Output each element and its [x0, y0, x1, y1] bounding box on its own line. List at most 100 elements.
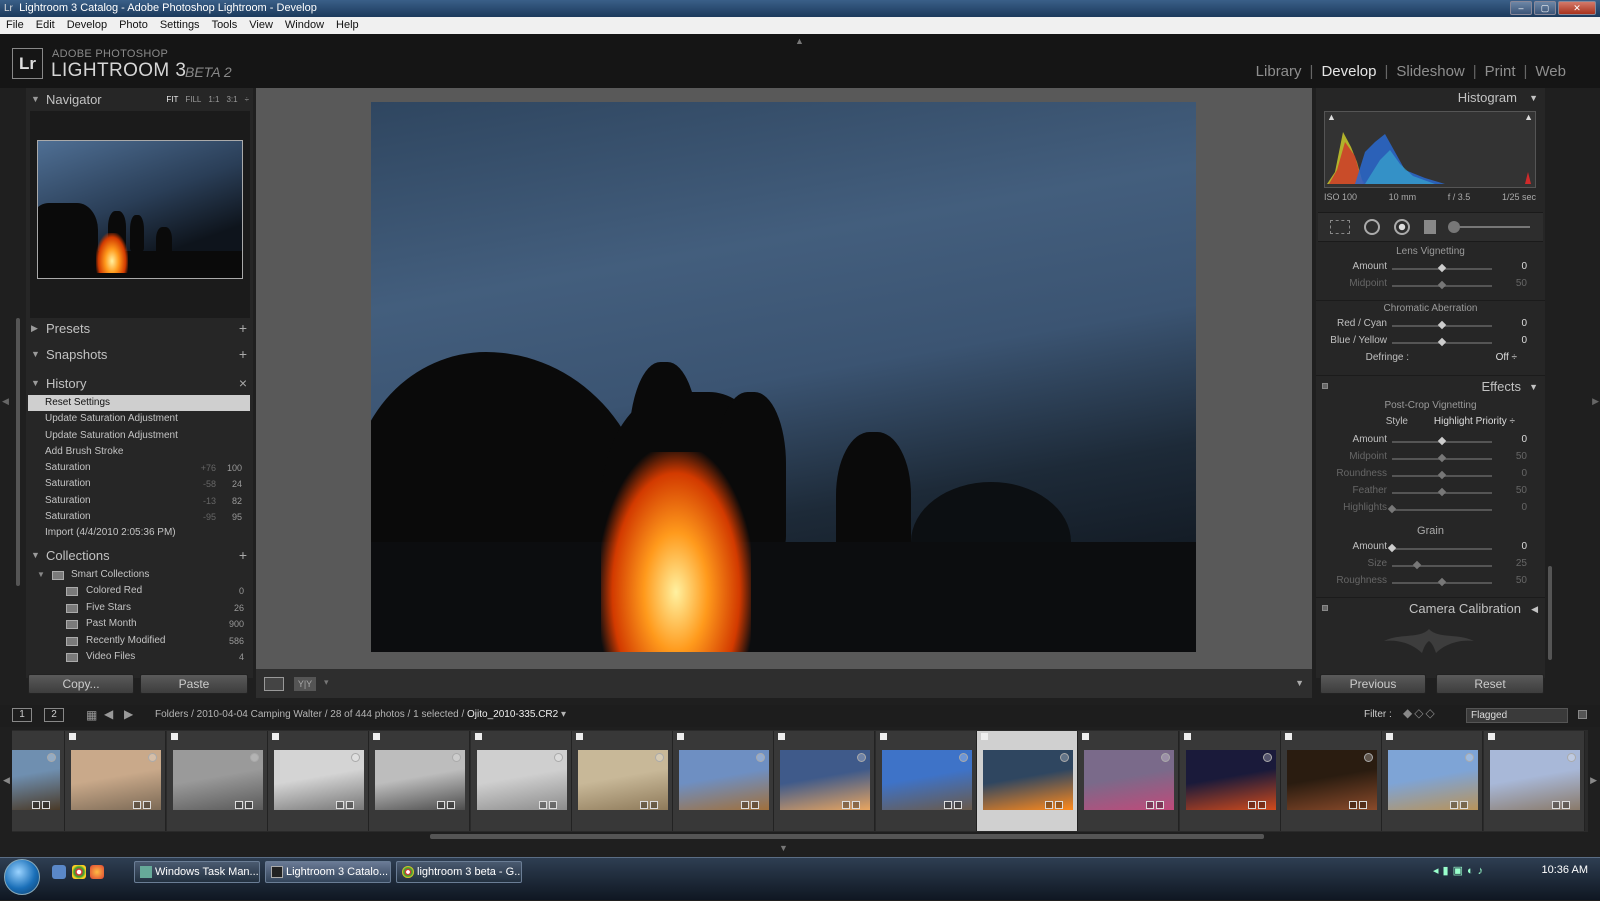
slider-value[interactable]: 50: [1516, 485, 1527, 496]
histogram-header[interactable]: Histogram ▼: [1316, 88, 1545, 110]
slider-thumb[interactable]: [1437, 577, 1447, 587]
quick-collection-icon[interactable]: [654, 753, 664, 762]
collection-item[interactable]: Five Stars 26: [28, 600, 250, 616]
zoom-dropdown-icon[interactable]: ÷: [245, 88, 249, 111]
taskbar-browser[interactable]: lightroom 3 beta - G...: [396, 861, 522, 883]
menu-view[interactable]: View: [249, 17, 273, 34]
collection-item[interactable]: Video Files 4: [28, 649, 250, 665]
slider-value[interactable]: 50: [1516, 278, 1527, 289]
filmstrip-thumbnail[interactable]: [875, 731, 977, 831]
slider-thumb[interactable]: [1437, 280, 1447, 290]
collapse-top-icon[interactable]: ▲: [795, 36, 804, 46]
spot-removal-icon[interactable]: [1364, 219, 1380, 235]
module-print[interactable]: Print: [1481, 63, 1520, 80]
zoom-3-1[interactable]: 3:1: [226, 88, 237, 111]
slider-value[interactable]: 50: [1516, 451, 1527, 462]
menu-help[interactable]: Help: [336, 17, 359, 34]
effects-header[interactable]: Effects ▼: [1316, 375, 1545, 397]
menu-tools[interactable]: Tools: [212, 17, 238, 34]
filter-select[interactable]: Flagged: [1466, 708, 1568, 723]
filmstrip-thumbnail[interactable]: [774, 731, 876, 831]
filmstrip-scroll-left-icon[interactable]: ◀: [3, 775, 10, 786]
right-panel-scrollbar[interactable]: [1548, 566, 1552, 660]
copy-button[interactable]: Copy...: [28, 674, 134, 694]
collection-item[interactable]: Colored Red 0: [28, 583, 250, 599]
module-develop[interactable]: Develop: [1317, 63, 1380, 80]
red-cyan-slider[interactable]: Red / Cyan 0: [1316, 318, 1545, 335]
history-item[interactable]: Import (4/4/2010 2:05:36 PM): [28, 525, 250, 541]
lens-vignetting-amount[interactable]: Amount 0: [1316, 261, 1545, 278]
filmstrip-thumbnail[interactable]: [1078, 731, 1180, 831]
filmstrip-scroll-right-icon[interactable]: ▶: [1590, 775, 1597, 786]
filmstrip-thumbnail[interactable]: [977, 731, 1078, 831]
slider-value[interactable]: 50: [1516, 575, 1527, 586]
close-button[interactable]: ✕: [1558, 1, 1596, 15]
history-item[interactable]: Saturation -95 95: [28, 509, 250, 525]
graduated-filter-icon[interactable]: [1424, 220, 1436, 234]
slider-value[interactable]: 0: [1521, 335, 1527, 346]
module-web[interactable]: Web: [1531, 63, 1570, 80]
slider-value[interactable]: 0: [1521, 261, 1527, 272]
module-slideshow[interactable]: Slideshow: [1392, 63, 1468, 80]
slider-thumb[interactable]: [1437, 470, 1447, 480]
defringe-select[interactable]: Off ÷: [1496, 352, 1517, 363]
tray-icons[interactable]: ◂▮▣◐♪: [1433, 864, 1487, 877]
left-panel-toggle[interactable]: ◀: [0, 88, 10, 718]
menu-settings[interactable]: Settings: [160, 17, 200, 34]
panel-switch-icon[interactable]: [1322, 605, 1328, 611]
zoom-1-1[interactable]: 1:1: [208, 88, 219, 111]
history-item[interactable]: Saturation +76 100: [28, 460, 250, 476]
quick-collection-icon[interactable]: [47, 753, 56, 762]
filmstrip-scrollbar[interactable]: [430, 834, 1264, 839]
filmstrip-thumbnail[interactable]: [166, 731, 268, 831]
right-panel-toggle[interactable]: ▶: [1590, 88, 1600, 718]
adjustment-brush-icon[interactable]: [1452, 226, 1530, 228]
filmstrip-thumbnail[interactable]: [369, 731, 471, 831]
view-options-dropdown-icon[interactable]: ▾: [324, 677, 329, 688]
slider-value[interactable]: 0: [1521, 502, 1527, 513]
filmstrip-thumbnail[interactable]: [1280, 731, 1382, 831]
quick-collection-icon[interactable]: [1363, 753, 1373, 762]
collection-item[interactable]: Past Month 900: [28, 616, 250, 632]
main-photo[interactable]: [371, 102, 1196, 652]
grain-roughness[interactable]: Roughness 50: [1316, 575, 1545, 592]
vignette-feather[interactable]: Feather 50: [1316, 485, 1545, 502]
history-item[interactable]: Update Saturation Adjustment: [28, 411, 250, 427]
filmstrip-thumbnail[interactable]: [12, 731, 65, 831]
slider-thumb[interactable]: [1387, 543, 1397, 553]
flag-filter-icons[interactable]: ◆◇◇: [1403, 706, 1437, 720]
show-desktop-icon[interactable]: [52, 865, 66, 879]
style-select[interactable]: Highlight Priority ÷: [1434, 416, 1515, 427]
paste-button[interactable]: Paste: [140, 674, 248, 694]
quick-collection-icon[interactable]: [553, 753, 563, 762]
start-button[interactable]: [4, 859, 40, 895]
slider-track[interactable]: [1392, 565, 1492, 567]
filename-dropdown-icon[interactable]: ▾: [561, 709, 566, 720]
slider-thumb[interactable]: [1437, 320, 1447, 330]
slider-value[interactable]: 25: [1516, 558, 1527, 569]
add-collection-button[interactable]: +: [239, 544, 247, 567]
history-header[interactable]: ▼ History ×: [26, 372, 253, 395]
clear-history-button[interactable]: ×: [239, 372, 247, 395]
vignette-roundness[interactable]: Roundness 0: [1316, 468, 1545, 485]
quick-collection-icon[interactable]: [958, 753, 968, 762]
menu-photo[interactable]: Photo: [119, 17, 148, 34]
minimize-button[interactable]: –: [1510, 1, 1532, 15]
panel-switch-icon[interactable]: [1322, 383, 1328, 389]
reset-button[interactable]: Reset: [1436, 674, 1544, 694]
quick-collection-icon[interactable]: [350, 753, 360, 762]
clock[interactable]: 10:36 AM: [1542, 864, 1588, 876]
filmstrip-thumbnail[interactable]: [470, 731, 572, 831]
navigator-header[interactable]: ▼ Navigator FIT FILL 1:1 3:1 ÷: [26, 88, 253, 111]
grain-size[interactable]: Size 25: [1316, 558, 1545, 575]
vignette-amount[interactable]: Amount 0: [1316, 434, 1545, 451]
slider-thumb[interactable]: [1387, 504, 1397, 514]
toolbar-content-dropdown-icon[interactable]: ▼: [1295, 678, 1304, 688]
quick-collection-icon[interactable]: [249, 753, 259, 762]
slider-thumb[interactable]: [1437, 487, 1447, 497]
navigator-thumbnail[interactable]: [37, 140, 243, 279]
collapse-bottom-icon[interactable]: ▼: [779, 843, 788, 853]
filmstrip-thumbnail[interactable]: [1179, 731, 1281, 831]
blue-yellow-slider[interactable]: Blue / Yellow 0: [1316, 335, 1545, 352]
slider-track[interactable]: [1392, 509, 1492, 511]
